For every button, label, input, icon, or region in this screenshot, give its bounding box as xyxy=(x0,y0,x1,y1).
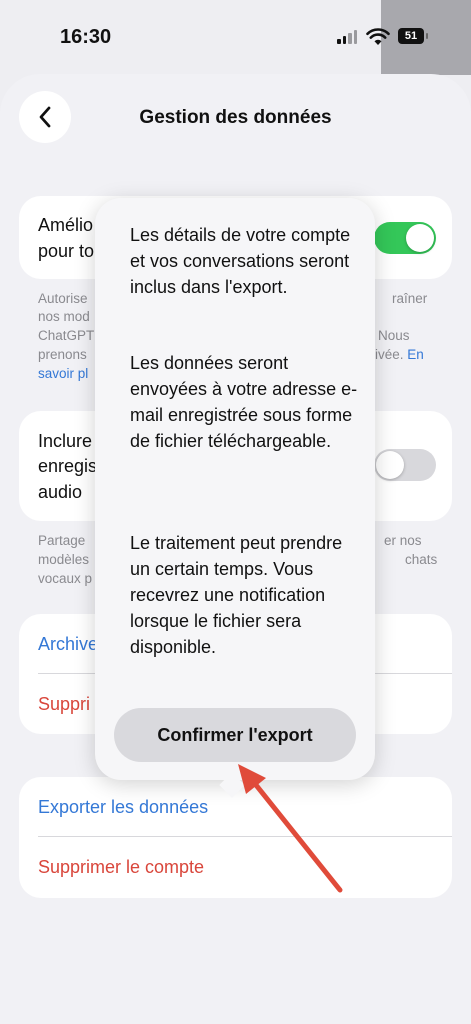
audio-label-line1: Inclure xyxy=(38,431,93,451)
desc-text: ivée. xyxy=(375,347,404,362)
archive-chats-button[interactable]: Archive xyxy=(38,634,98,655)
desc-text: Autorise xyxy=(38,291,88,306)
audio-recordings-toggle[interactable] xyxy=(374,449,436,481)
delete-chats-button[interactable]: Suppri xyxy=(38,694,90,715)
status-bar: 16:30 51 xyxy=(0,0,471,75)
improve-model-description-line4-right: ivée. En xyxy=(375,346,455,364)
battery-icon: 51 xyxy=(398,28,428,44)
desc-text: raîner xyxy=(392,291,428,306)
audio-label-line3: audio xyxy=(38,482,83,502)
export-data-button[interactable]: Exporter les données xyxy=(38,797,208,818)
desc-text: vocaux p xyxy=(38,571,93,586)
export-account-card: Exporter les données Supprimer le compte xyxy=(19,777,452,898)
popover-paragraph-1: Les détails de votre compte et vos conve… xyxy=(130,225,351,297)
learn-more-link[interactable]: savoir pl xyxy=(38,366,88,381)
popover-paragraph-2: Les données seront envoyées à votre adre… xyxy=(130,353,358,451)
improve-model-description-line3-right: Nous xyxy=(378,327,448,345)
status-time: 16:30 xyxy=(60,26,112,48)
improve-model-label-line2: pour to xyxy=(38,241,95,261)
wifi-icon xyxy=(366,28,390,45)
desc-text: chats xyxy=(405,552,438,567)
toggle-knob xyxy=(376,451,404,479)
popover-paragraph-3: Le traitement peut prendre un certain te… xyxy=(130,533,343,657)
confirm-export-button[interactable]: Confirmer l'export xyxy=(114,708,356,762)
page-title: Gestion des données xyxy=(139,107,332,128)
divider xyxy=(38,836,452,837)
desc-text: prenons xyxy=(38,347,87,362)
audio-description-line2-right: chats xyxy=(405,551,455,569)
learn-more-link[interactable]: En xyxy=(407,347,424,362)
toggle-knob xyxy=(406,224,434,252)
desc-text: modèles xyxy=(38,552,90,567)
desc-text: er nos xyxy=(384,533,422,548)
improve-model-label-line1: Amélio xyxy=(38,215,94,235)
desc-text: ChatGPT xyxy=(38,328,95,343)
desc-text: Partage xyxy=(38,533,86,548)
desc-text: Nous xyxy=(378,328,410,343)
audio-label-line2: enregis xyxy=(38,456,98,476)
audio-description-line1-right: er nos xyxy=(384,532,454,550)
delete-account-button[interactable]: Supprimer le compte xyxy=(38,857,204,878)
export-confirmation-popover: Les détails de votre compte et vos conve… xyxy=(95,198,375,798)
desc-text: nos mod xyxy=(38,309,90,324)
improve-model-toggle[interactable] xyxy=(374,222,436,254)
improve-model-description-right: raîner xyxy=(392,290,452,308)
cellular-signal-icon xyxy=(337,30,357,44)
